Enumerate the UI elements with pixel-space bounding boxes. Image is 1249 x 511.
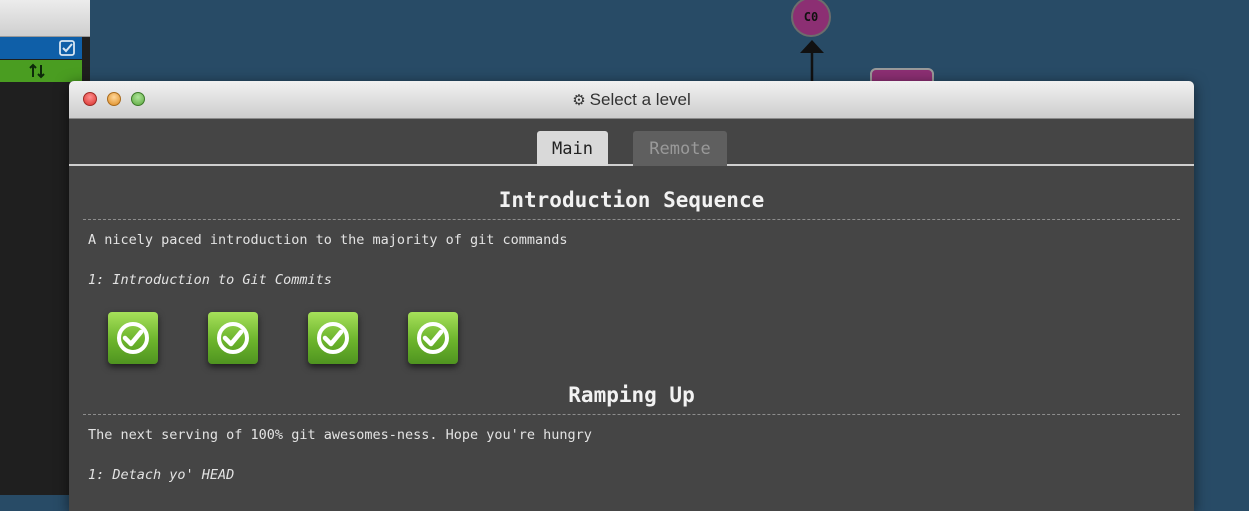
sequence-description: A nicely paced introduction to the major…	[88, 232, 568, 248]
level-button-1[interactable]	[108, 312, 158, 364]
swap-arrows-icon	[28, 60, 46, 86]
level-select-dialog: ⚙ Select a level Main Remote Introduction…	[69, 81, 1194, 511]
level-button-3[interactable]	[308, 312, 358, 364]
tab-main[interactable]: Main	[537, 131, 608, 166]
commit-arrow	[800, 40, 824, 83]
maximize-button[interactable]	[131, 92, 145, 106]
check-circle-icon	[417, 322, 449, 354]
level-heading: 1: Introduction to Git Commits	[88, 272, 332, 288]
sequence-description: The next serving of 100% git awesomes-ne…	[88, 427, 592, 443]
commit-node[interactable]: C0	[791, 0, 831, 37]
sidebar-header	[0, 0, 90, 37]
commit-label: C0	[803, 10, 819, 24]
sidebar-item-sync[interactable]	[0, 60, 82, 82]
level-heading: 1: Detach yo' HEAD	[88, 467, 235, 483]
tab-remote[interactable]: Remote	[633, 131, 727, 166]
check-circle-icon	[117, 322, 149, 354]
tab-bar: Main Remote	[69, 118, 1194, 166]
check-circle-icon	[317, 322, 349, 354]
titlebar: ⚙ Select a level	[69, 81, 1194, 119]
dialog-title: ⚙ Select a level	[572, 90, 691, 109]
minimize-button[interactable]	[107, 92, 121, 106]
close-button[interactable]	[83, 92, 97, 106]
sequence-title: Ramping Up	[83, 383, 1180, 415]
sidebar-item-objective[interactable]	[0, 37, 82, 59]
gear-icon: ⚙	[572, 92, 586, 109]
level-button-2[interactable]	[208, 312, 258, 364]
level-button-4[interactable]	[408, 312, 458, 364]
sequence-title: Introduction Sequence	[83, 188, 1180, 220]
check-circle-icon	[217, 322, 249, 354]
